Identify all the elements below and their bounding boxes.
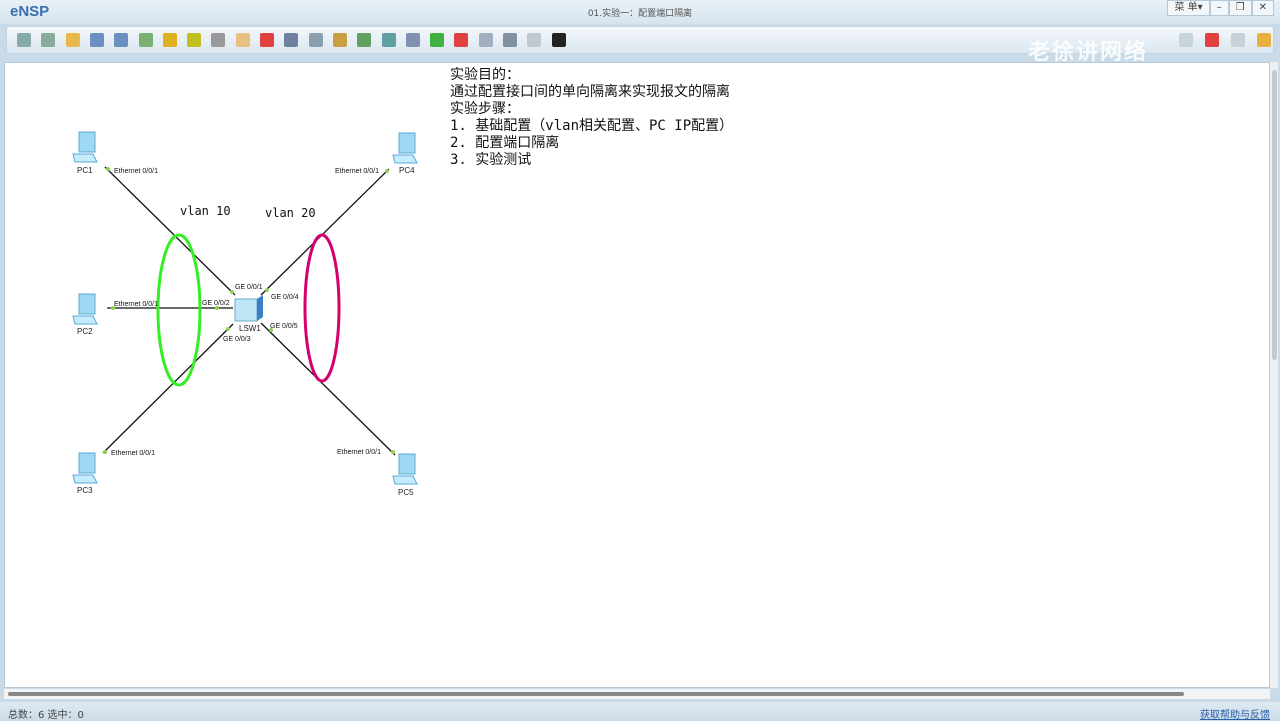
menu-button[interactable]: 菜 单▾	[1167, 0, 1210, 16]
fit-icon[interactable]	[405, 33, 420, 47]
select-icon[interactable]	[211, 33, 226, 47]
pc4-label: PC4	[399, 166, 415, 175]
link-pc5	[260, 322, 396, 456]
rectangle-icon[interactable]	[332, 33, 347, 47]
link-pc4	[260, 168, 390, 296]
status-count: 总数：6 选中：0	[8, 710, 84, 721]
pc3-label: PC3	[77, 486, 93, 495]
note-line: 实验目的：	[450, 67, 520, 83]
vlan10-ellipse	[156, 233, 202, 387]
pc3-port-label: Ethernet 0/0/1	[111, 450, 155, 457]
pc2-icon[interactable]	[72, 293, 98, 325]
link-pc1	[104, 166, 236, 296]
note-line: 实验步骤：	[450, 101, 520, 117]
vlan20-label: vlan 20	[265, 206, 316, 220]
status-bar: 总数：6 选中：0 获取帮助与反馈	[0, 702, 1280, 721]
window-title: 01.实验一：配置端口隔离	[587, 9, 693, 19]
start-icon[interactable]	[430, 33, 445, 47]
pc1-label: PC1	[77, 166, 93, 175]
help-icon[interactable]	[1257, 33, 1271, 47]
redo-icon[interactable]	[187, 33, 202, 47]
pc5-icon[interactable]	[392, 453, 418, 485]
ge3-label: GE 0/0/3	[223, 336, 251, 343]
title-bar: eNSP 01.实验一：配置端口隔离 菜 单▾ – ❐ ✕	[0, 0, 1280, 24]
minimize-button[interactable]: –	[1209, 0, 1229, 16]
help-feedback-link[interactable]: 获取帮助与反馈	[1200, 706, 1270, 721]
note-line: 2. 配置端口隔离	[450, 135, 560, 151]
stop-icon[interactable]	[454, 33, 469, 47]
note-line: 3. 实验测试	[450, 152, 532, 168]
zoom-in-icon[interactable]	[357, 33, 372, 47]
vlan10-label: vlan 10	[180, 204, 231, 218]
note-line: 通过配置接口间的单向隔离来实现报文的隔离	[450, 84, 730, 100]
notes-text: 实验目的： 通过配置接口间的单向隔离来实现报文的隔离 实验步骤： 1. 基础配置…	[450, 67, 733, 169]
ge2-label: GE 0/0/2	[202, 300, 230, 307]
ge5-label: GE 0/0/5	[270, 323, 298, 330]
open-icon[interactable]	[65, 33, 80, 47]
pc2-port-label: Ethernet 0/0/1	[114, 301, 158, 308]
save-as-icon[interactable]	[114, 33, 129, 47]
pc5-port-label: Ethernet 0/0/1	[337, 449, 381, 456]
switch-label: LSW1	[239, 324, 261, 333]
pc3-icon[interactable]	[72, 452, 98, 484]
pc4-port-label: Ethernet 0/0/1	[335, 168, 379, 175]
ge1-label: GE 0/0/1	[235, 284, 263, 291]
pc1-port-label: Ethernet 0/0/1	[114, 168, 158, 175]
chat-icon[interactable]	[1179, 33, 1193, 47]
link-pc3	[102, 323, 234, 454]
delete-link-icon[interactable]	[284, 33, 299, 47]
text-icon[interactable]	[308, 33, 323, 47]
new-topology-icon[interactable]	[17, 33, 31, 47]
vertical-scroll-thumb[interactable]	[1272, 70, 1277, 360]
save-icon[interactable]	[89, 33, 104, 47]
pc4-icon[interactable]	[392, 132, 418, 164]
switch-icon[interactable]	[234, 295, 263, 322]
zoom-out-icon[interactable]	[381, 33, 396, 47]
new-page-icon[interactable]	[41, 33, 56, 47]
cli-icon[interactable]	[551, 33, 566, 47]
pc2-label: PC2	[77, 327, 93, 336]
capture-icon[interactable]	[478, 33, 493, 47]
horizontal-scroll-thumb[interactable]	[8, 692, 1184, 696]
pc1-icon[interactable]	[72, 131, 98, 163]
pan-icon[interactable]	[235, 33, 250, 47]
restore-button[interactable]: ❐	[1228, 0, 1252, 16]
ge4-label: GE 0/0/4	[271, 294, 299, 301]
pc5-label: PC5	[398, 488, 414, 497]
blank-icon[interactable]	[527, 33, 542, 47]
undo-icon[interactable]	[162, 33, 177, 47]
settings-icon[interactable]	[1231, 33, 1245, 47]
note-line: 1. 基础配置（vlan相关配置、PC IP配置）	[450, 118, 734, 134]
topology-tree-icon[interactable]	[503, 33, 517, 47]
close-button[interactable]: ✕	[1251, 0, 1274, 16]
print-icon[interactable]	[138, 33, 153, 47]
vlan20-ellipse	[303, 233, 341, 383]
delete-icon[interactable]	[260, 33, 274, 47]
huawei-icon[interactable]	[1205, 33, 1219, 47]
